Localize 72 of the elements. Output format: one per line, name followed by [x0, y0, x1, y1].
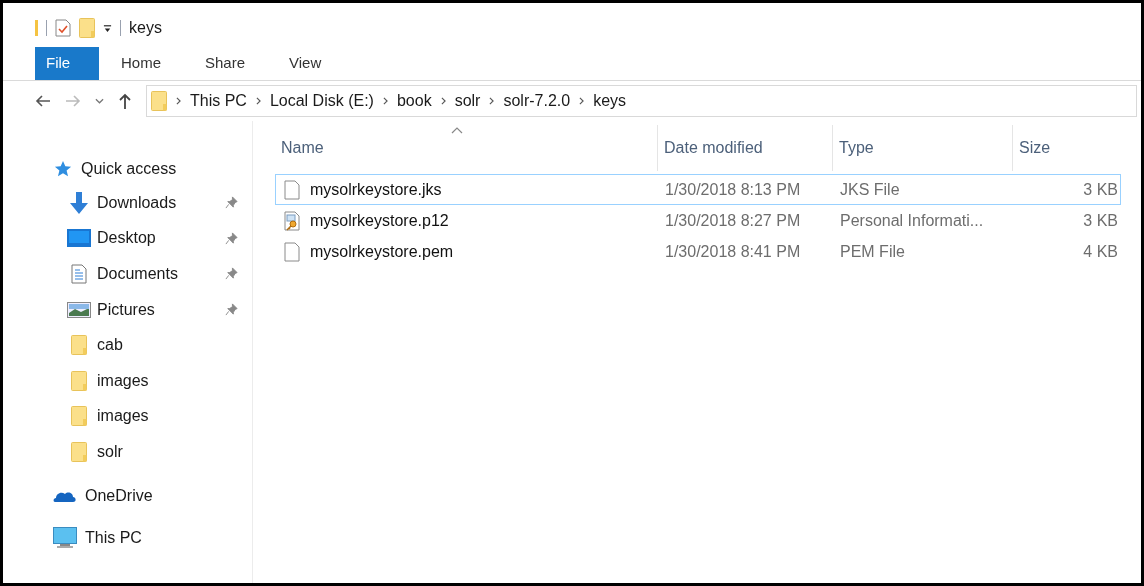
- type-cell-text: JKS File: [839, 179, 901, 200]
- file-icon: [284, 241, 300, 262]
- up-arrow-icon[interactable]: [118, 93, 132, 109]
- folder-icon: [71, 335, 87, 356]
- window-title: keys: [129, 18, 162, 38]
- pictures-icon: [67, 301, 91, 318]
- chevron-right-icon[interactable]: [255, 97, 261, 105]
- date-cell-text: 1/30/2018 8:41 PM: [664, 241, 802, 262]
- date-cell-text: 1/30/2018 8:27 PM: [664, 210, 802, 231]
- certificate-icon: [284, 210, 300, 231]
- file-icon: [284, 179, 300, 200]
- chevron-right-icon[interactable]: [440, 97, 446, 105]
- folder-icon: [71, 406, 87, 427]
- properties-icon[interactable]: [55, 19, 71, 37]
- pin-icon[interactable]: [225, 231, 238, 245]
- new-folder-icon: [79, 18, 95, 38]
- pin-icon[interactable]: [225, 303, 238, 317]
- column-header[interactable]: Type: [833, 125, 1013, 171]
- file-row[interactable]: mysolrkeystore.pem 1/30/2018 8:41 PM PEM File 4 KB: [275, 236, 1121, 267]
- sidebar-item[interactable]: Quick access: [81, 157, 177, 181]
- breadcrumb-item[interactable]: This PC: [190, 89, 247, 113]
- chevron-right-icon[interactable]: [489, 97, 495, 105]
- file-row[interactable]: mysolrkeystore.jks 1/30/2018 8:13 PM JKS File 3 KB: [275, 174, 1121, 205]
- sidebar-item[interactable]: solr: [97, 439, 238, 464]
- breadcrumb-item[interactable]: solr-7.2.0: [503, 89, 571, 113]
- chevron-right-icon[interactable]: [176, 97, 181, 105]
- sidebar-item[interactable]: OneDrive: [85, 483, 153, 508]
- breadcrumb-item[interactable]: Local Disk (E:): [269, 89, 374, 113]
- breadcrumb-item[interactable]: book: [396, 89, 432, 113]
- file-row[interactable]: mysolrkeystore.p12 1/30/2018 8:27 PM Personal Informati... 3 KB: [275, 205, 1121, 236]
- sidebar-item[interactable]: Desktop: [97, 226, 225, 251]
- desktop-icon: [67, 229, 91, 248]
- ribbon-tab[interactable]: File: [35, 47, 99, 80]
- sidebar-item[interactable]: images: [97, 368, 238, 393]
- size-cell-text: 3 KB: [1082, 179, 1119, 200]
- folder-icon: [71, 370, 87, 391]
- document-icon: [71, 264, 87, 284]
- sidebar-item[interactable]: Pictures: [97, 297, 225, 322]
- folder-icon: [71, 441, 87, 462]
- date-cell-text: 1/30/2018 8:13 PM: [664, 179, 802, 200]
- size-cell-text: 3 KB: [1082, 210, 1119, 231]
- column-header[interactable]: Date modified: [658, 125, 833, 171]
- file-name: mysolrkeystore.p12: [310, 210, 449, 231]
- column-header[interactable]: Size: [1013, 125, 1121, 171]
- caret-icon[interactable]: [103, 23, 112, 33]
- ribbon-tab[interactable]: View: [267, 47, 344, 80]
- breadcrumb-item[interactable]: solr: [454, 89, 481, 113]
- folder-icon: [151, 91, 167, 111]
- sidebar-item[interactable]: This PC: [85, 525, 142, 550]
- sidebar-item[interactable]: cab: [97, 333, 238, 358]
- back-icon[interactable]: [35, 94, 51, 108]
- download-icon: [67, 190, 91, 215]
- chevron-right-icon[interactable]: [579, 97, 585, 105]
- column-header[interactable]: Name: [275, 125, 658, 171]
- type-cell-text: PEM File: [839, 241, 906, 262]
- sidebar-item[interactable]: Downloads: [97, 190, 225, 215]
- star-icon: [53, 160, 73, 178]
- type-cell-text: Personal Informati...: [839, 210, 985, 231]
- pin-icon[interactable]: [225, 196, 238, 210]
- pin-icon[interactable]: [225, 267, 238, 281]
- computer-icon: [53, 526, 77, 549]
- file-name: mysolrkeystore.pem: [310, 241, 454, 262]
- size-cell-text: 4 KB: [1082, 241, 1119, 262]
- breadcrumb-item[interactable]: keys: [593, 89, 627, 113]
- chevron-down-icon[interactable]: [95, 98, 104, 104]
- sidebar-item[interactable]: Documents: [97, 262, 225, 286]
- ribbon-tab[interactable]: Share: [183, 47, 268, 80]
- address-bar[interactable]: This PC Local Disk (E:) book solr solr-7.2.0 keys: [146, 85, 1137, 117]
- sidebar-item[interactable]: images: [97, 404, 238, 429]
- file-name: mysolrkeystore.jks: [310, 179, 442, 200]
- ribbon-tab[interactable]: Home: [99, 47, 183, 80]
- chevron-right-icon[interactable]: [382, 97, 388, 105]
